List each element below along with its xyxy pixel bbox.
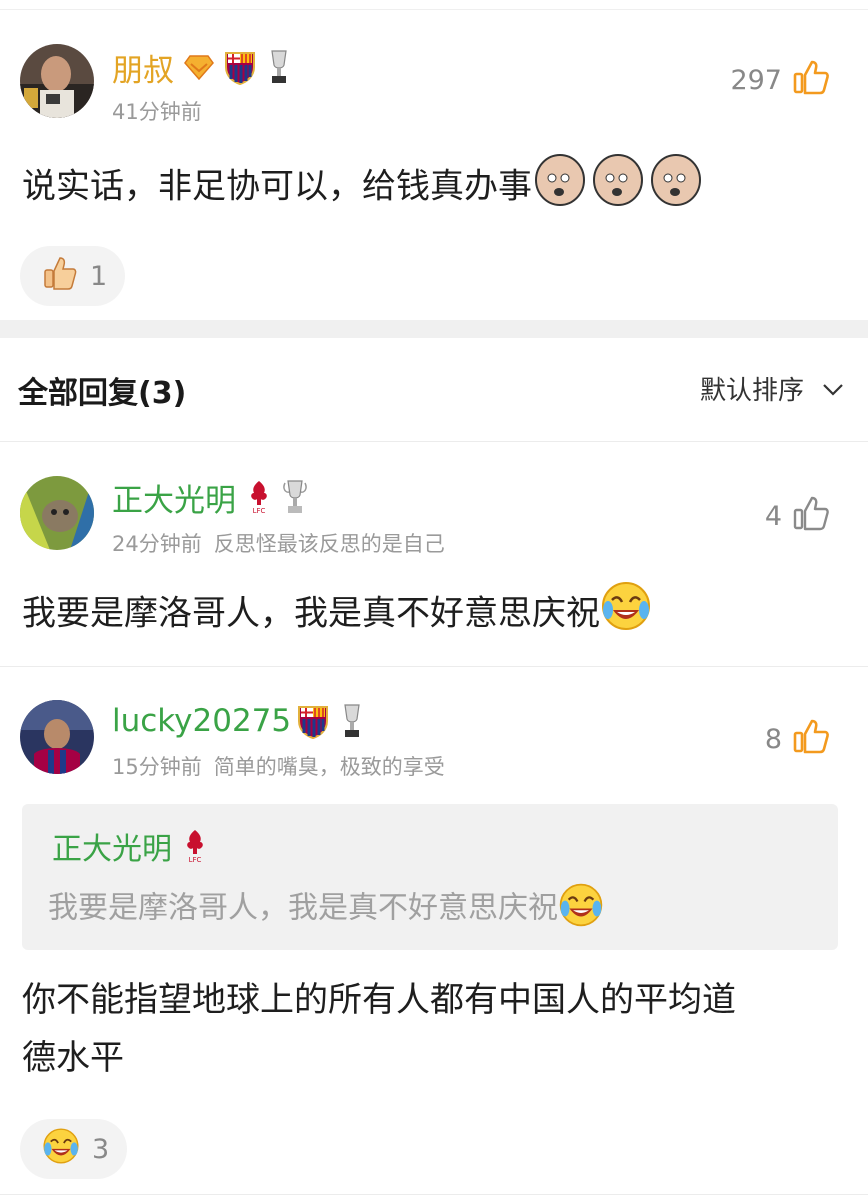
laughing-crying-emoji-icon	[558, 882, 604, 936]
like-button[interactable]: 297	[730, 58, 830, 103]
gold-diamond-badge-icon	[184, 54, 214, 80]
like-count: 4	[764, 501, 782, 532]
chevron-down-icon	[822, 374, 844, 404]
sort-dropdown[interactable]: 默认排序	[700, 370, 844, 407]
bald-man-emoji-icon	[532, 150, 706, 226]
reaction-pill[interactable]: 1	[20, 246, 126, 306]
replies-title: 全部回复(3)	[18, 376, 187, 411]
like-count: 8	[764, 724, 782, 755]
main-comment: 朋叔 41分钟前 297 说实话，非足协可以，给钱真办事 1	[0, 0, 868, 320]
quoted-username[interactable]: 正大光明	[52, 824, 172, 868]
comment-text-line: 德水平	[22, 1038, 124, 1078]
comment-meta: 24分钟前 反思怪最该反思的是自己	[112, 528, 445, 558]
svg-text:LFC: LFC	[253, 507, 266, 515]
liverpool-crest-icon: LFC	[246, 479, 272, 515]
user-signature: 反思怪最该反思的是自己	[213, 532, 445, 556]
user-signature: 简单的嘴臭，极致的享受	[213, 755, 445, 779]
avatar[interactable]	[20, 476, 94, 550]
reply-item: 正大光明 LFC 24分钟前 反思怪最该反思的是自己 4 我要是摩洛哥人，我是真不…	[0, 442, 868, 666]
thumbs-up-emoji-icon	[42, 255, 78, 298]
replies-header: 全部回复(3) 默认排序	[0, 338, 868, 442]
username[interactable]: lucky20275	[112, 703, 291, 739]
quote-name-row: 正大光明 LFC	[52, 824, 208, 868]
thumbs-up-icon	[792, 58, 830, 103]
divider	[0, 1194, 868, 1195]
thumbs-up-icon	[792, 717, 830, 762]
barcelona-crest-icon	[297, 703, 329, 739]
trophy-icon	[282, 479, 308, 515]
avatar[interactable]	[20, 44, 94, 118]
laughing-crying-emoji-icon	[42, 1127, 80, 1172]
username[interactable]: 朋叔	[112, 45, 174, 90]
name-row: 朋叔	[112, 45, 292, 90]
comment-time: 24分钟前	[112, 532, 202, 556]
laughing-crying-emoji-icon	[600, 580, 652, 650]
quoted-text: 我要是摩洛哥人，我是真不好意思庆祝	[48, 882, 604, 936]
liverpool-crest-icon: LFC	[182, 828, 208, 864]
barcelona-crest-icon	[224, 49, 256, 85]
trophy-icon	[339, 703, 365, 739]
comment-time: 15分钟前	[112, 755, 202, 779]
comment-text: 我要是摩洛哥人，我是真不好意思庆祝	[22, 580, 652, 650]
name-row: 正大光明 LFC	[112, 475, 308, 520]
like-button[interactable]: 4	[765, 494, 830, 539]
like-button[interactable]: 8	[765, 717, 830, 762]
like-count: 297	[730, 65, 782, 96]
thumbs-up-icon	[792, 494, 830, 539]
comment-text-line: 你不能指望地球上的所有人都有中国人的平均道	[22, 980, 736, 1020]
reaction-pill[interactable]: 3	[20, 1119, 128, 1179]
reply-item: lucky20275 15分钟前 简单的嘴臭，极致的享受 8 正大光明 LFC 我…	[0, 667, 868, 1192]
quoted-comment[interactable]: 正大光明 LFC 我要是摩洛哥人，我是真不好意思庆祝	[22, 804, 838, 950]
section-separator	[0, 320, 868, 338]
name-row: lucky20275	[112, 700, 365, 742]
comment-text: 你不能指望地球上的所有人都有中国人的平均道 德水平	[22, 971, 736, 1087]
comment-text: 说实话，非足协可以，给钱真办事	[22, 150, 706, 226]
comment-time: 41分钟前	[112, 100, 202, 124]
reaction-count: 1	[90, 260, 108, 292]
avatar[interactable]	[20, 700, 94, 774]
username[interactable]: 正大光明	[112, 475, 236, 520]
trophy-icon	[266, 49, 292, 85]
comment-meta: 15分钟前 简单的嘴臭，极致的享受	[112, 751, 445, 781]
sort-label: 默认排序	[699, 376, 804, 406]
reaction-count: 3	[92, 1133, 110, 1165]
svg-text:LFC: LFC	[189, 856, 202, 864]
